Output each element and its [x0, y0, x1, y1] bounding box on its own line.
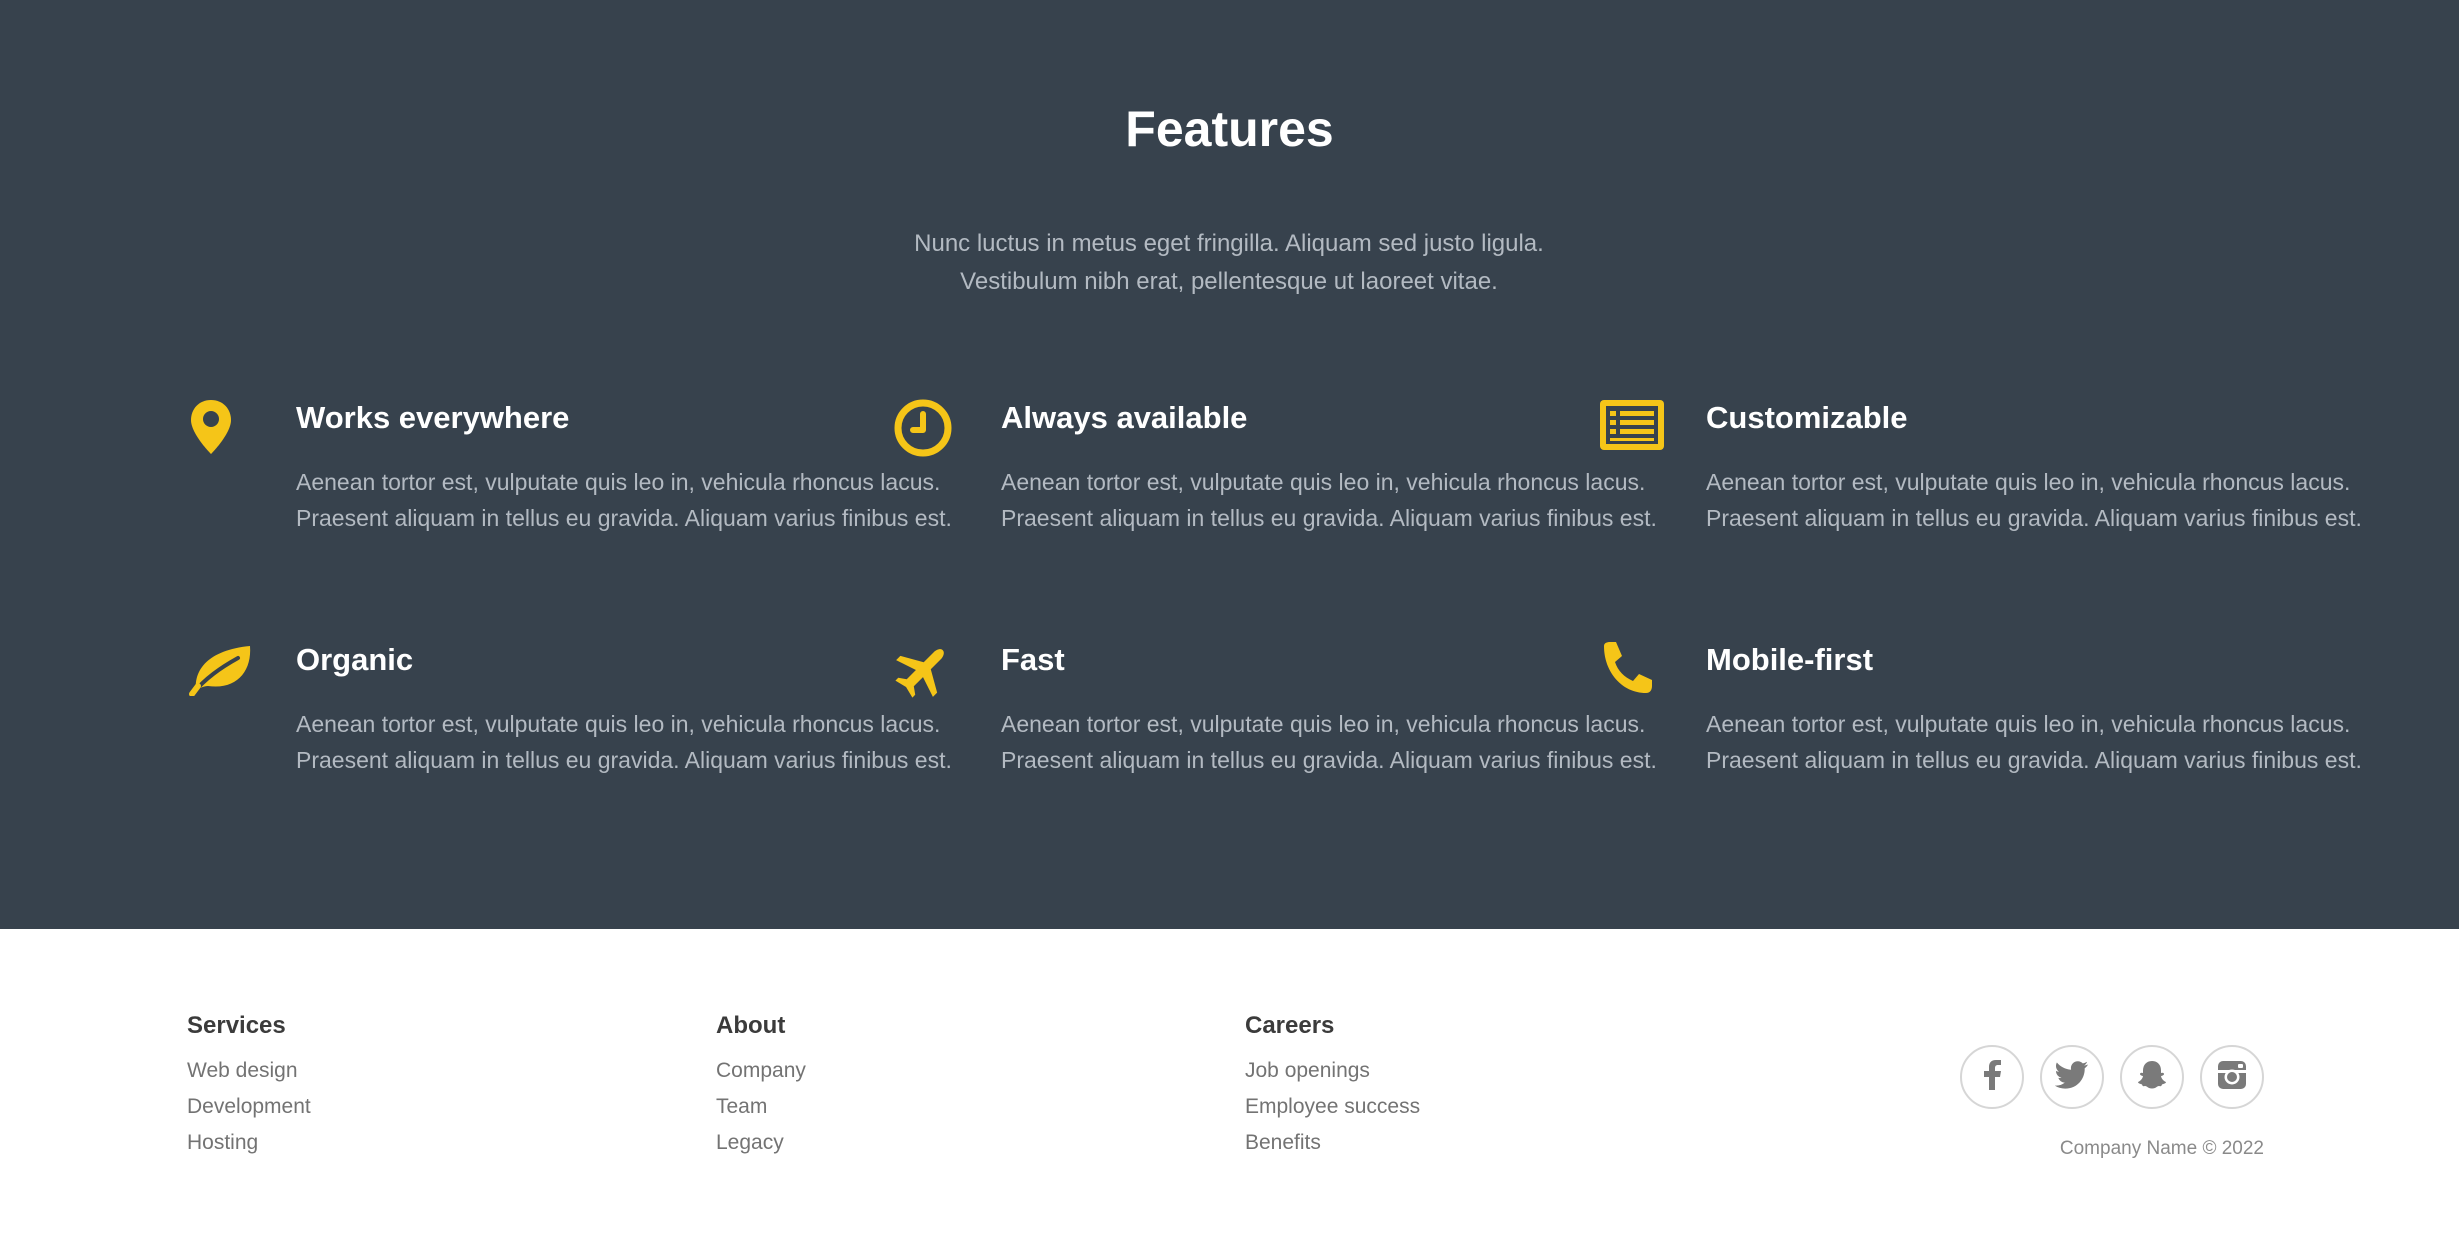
footer-link-development[interactable]: Development [187, 1089, 607, 1125]
features-section: Features Nunc luctus in metus eget fring… [0, 0, 2459, 929]
footer-link-job-openings[interactable]: Job openings [1245, 1053, 1665, 1089]
twitter-button[interactable] [2040, 1045, 2104, 1109]
footer-heading: Careers [1245, 1012, 1335, 1039]
feature-title: Customizable [1706, 400, 1908, 435]
feature-title: Organic [296, 642, 414, 677]
features-intro-line: Vestibulum nibh erat, pellentesque ut la… [960, 268, 1498, 295]
footer-column-services: Services Web design Development Hosting [187, 1011, 607, 1161]
social-links [1960, 1045, 2264, 1109]
footer-heading: Services [187, 1012, 286, 1039]
feature-text: Aenean tortor est, vulputate quis leo in… [1706, 711, 2362, 773]
leaf-icon [188, 640, 260, 712]
facebook-button[interactable] [1960, 1045, 2024, 1109]
feature-title: Fast [1001, 642, 1065, 677]
footer-heading: About [716, 1012, 786, 1039]
footer-link-benefits[interactable]: Benefits [1245, 1125, 1665, 1161]
features-intro-line: Nunc luctus in metus eget fringilla. Ali… [914, 230, 1544, 257]
feature-organic: Organic Aenean tortor est, vulputate qui… [188, 640, 952, 840]
feature-title: Always available [1001, 400, 1248, 435]
footer-link-legacy[interactable]: Legacy [716, 1125, 1136, 1161]
features-title: Features [1125, 101, 1334, 157]
airplane-icon [893, 640, 965, 712]
instagram-button[interactable] [2200, 1045, 2264, 1109]
feature-fast: Fast Aenean tortor est, vulputate quis l… [893, 640, 1657, 840]
footer: Services Web design Development Hosting … [0, 929, 2459, 1250]
feature-works-everywhere: Works everywhere Aenean tortor est, vulp… [188, 398, 952, 598]
feature-customizable: Customizable Aenean tortor est, vulputat… [1598, 398, 2362, 598]
instagram-icon [2217, 1060, 2247, 1095]
feature-mobile-first: Mobile-first Aenean tortor est, vulputat… [1598, 640, 2362, 840]
footer-link-hosting[interactable]: Hosting [187, 1125, 607, 1161]
list-icon [1598, 398, 1670, 470]
snapchat-icon [2136, 1059, 2168, 1096]
feature-always-available: Always available Aenean tortor est, vulp… [893, 398, 1657, 598]
footer-column-careers: Careers Job openings Employee success Be… [1245, 1011, 1665, 1161]
footer-link-web-design[interactable]: Web design [187, 1053, 607, 1089]
feature-text: Aenean tortor est, vulputate quis leo in… [1001, 469, 1657, 531]
map-pin-icon [188, 398, 260, 470]
feature-title: Mobile-first [1706, 642, 1874, 677]
phone-icon [1598, 640, 1670, 712]
clock-icon [893, 398, 965, 470]
twitter-icon [2054, 1060, 2089, 1094]
feature-text: Aenean tortor est, vulputate quis leo in… [296, 711, 952, 773]
feature-title: Works everywhere [296, 400, 570, 435]
feature-text: Aenean tortor est, vulputate quis leo in… [1001, 711, 1657, 773]
footer-column-about: About Company Team Legacy [716, 1011, 1136, 1161]
snapchat-button[interactable] [2120, 1045, 2184, 1109]
footer-link-team[interactable]: Team [716, 1089, 1136, 1125]
facebook-icon [1981, 1059, 2003, 1095]
copyright-text: Company Name © 2022 [2059, 1138, 2264, 1159]
feature-text: Aenean tortor est, vulputate quis leo in… [1706, 469, 2362, 531]
footer-link-company[interactable]: Company [716, 1053, 1136, 1089]
features-intro: Nunc luctus in metus eget fringilla. Ali… [829, 225, 1629, 301]
footer-link-employee-success[interactable]: Employee success [1245, 1089, 1665, 1125]
feature-text: Aenean tortor est, vulputate quis leo in… [296, 469, 952, 531]
